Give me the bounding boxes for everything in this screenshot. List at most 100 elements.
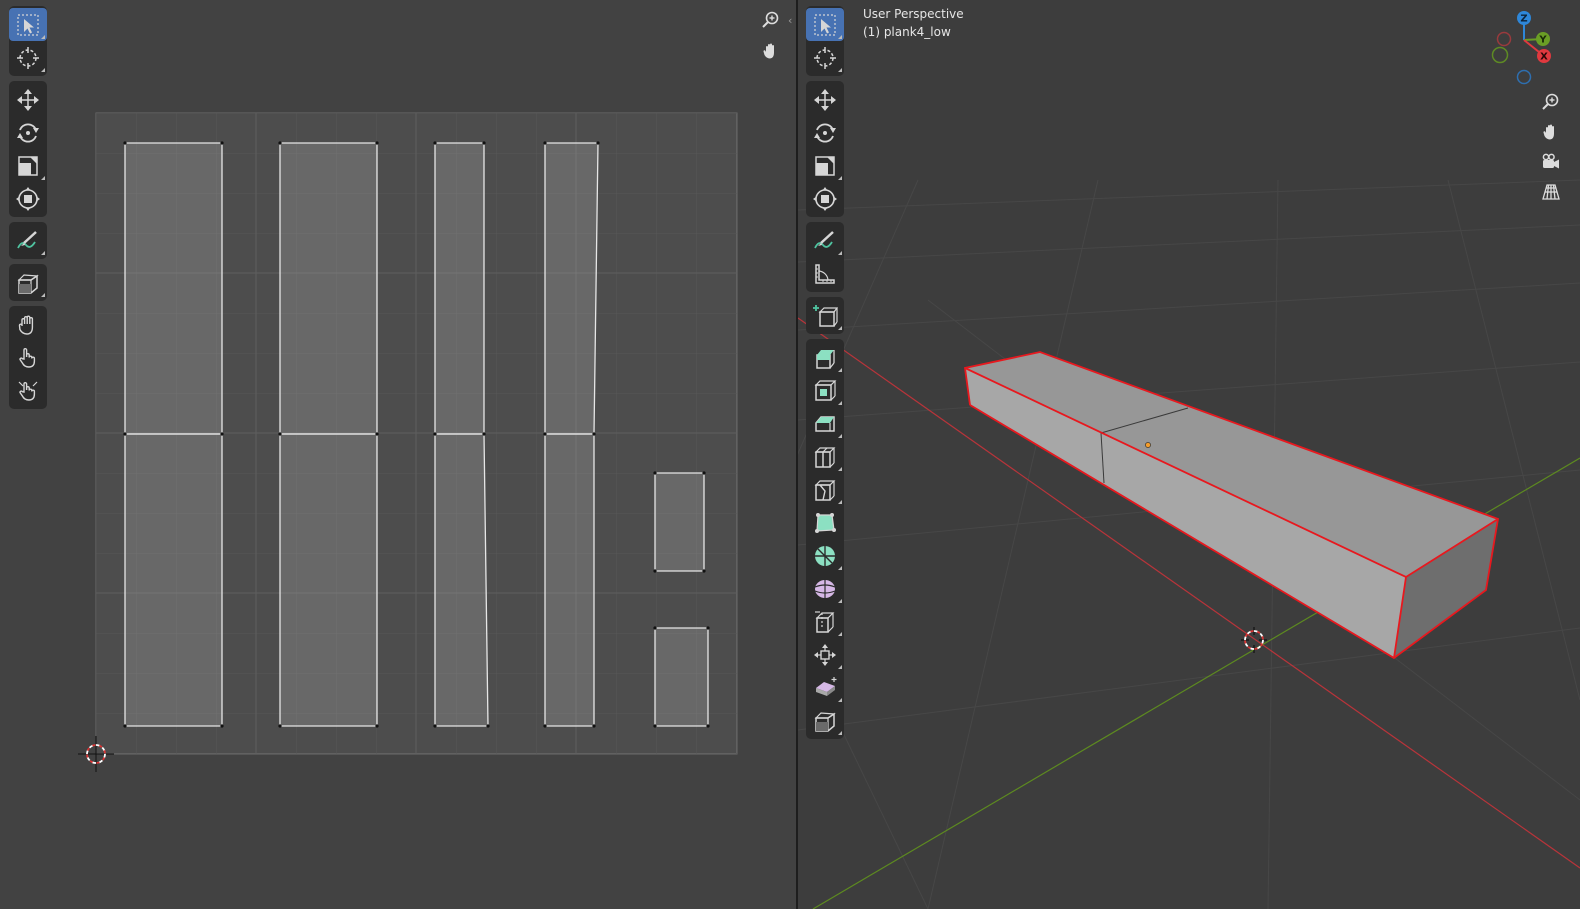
tool-options-corner (838, 467, 842, 471)
transform-tool[interactable] (9, 182, 47, 215)
grab-tool[interactable] (9, 308, 47, 341)
viewport-info: User Perspective (1) plank4_low (863, 5, 964, 41)
relax-tool[interactable] (9, 341, 47, 374)
transform-tool[interactable] (806, 182, 844, 215)
camera-view-button[interactable] (1538, 149, 1564, 175)
tool-options-corner (838, 599, 842, 603)
cursor-tool[interactable] (806, 41, 844, 74)
tool-options-corner (41, 68, 45, 72)
tool-options-corner (41, 251, 45, 255)
add-cube-icon (813, 304, 838, 327)
smooth-tool[interactable] (806, 572, 844, 605)
scale-tool[interactable] (9, 149, 47, 182)
zoom-button[interactable] (758, 7, 784, 33)
measure-tool[interactable] (806, 257, 844, 290)
transform-icon (813, 186, 837, 211)
camera-icon (1542, 153, 1559, 169)
add-cube-tool[interactable] (806, 299, 844, 332)
grab-hand-icon (18, 315, 34, 335)
cursor-select-icon (17, 13, 39, 36)
uv-face[interactable] (654, 472, 705, 572)
3d-cursor-icon[interactable] (1241, 627, 1267, 653)
plank-mesh[interactable] (963, 351, 1500, 660)
move-icon (814, 88, 836, 111)
uv-editor[interactable]: ‹ (0, 0, 796, 909)
uv-face[interactable] (124, 433, 223, 727)
uv-face[interactable] (434, 433, 489, 727)
pinch-tool[interactable] (9, 374, 47, 407)
tool-options-corner (838, 566, 842, 570)
bevel-tool[interactable] (806, 407, 844, 440)
tool-options-corner (838, 731, 842, 735)
poly-build-icon (815, 512, 836, 533)
inset-tool[interactable] (806, 374, 844, 407)
spin-tool[interactable] (806, 539, 844, 572)
shear-tool[interactable] (806, 671, 844, 704)
cursor-tool[interactable] (9, 41, 47, 74)
rip-region-icon (814, 711, 836, 732)
tool-options-corner (41, 176, 45, 180)
tool-options-corner (838, 698, 842, 702)
measure-icon (815, 263, 835, 284)
gizmo-neg-z[interactable] (1516, 69, 1532, 85)
uv-face[interactable] (434, 142, 485, 435)
uv-face[interactable] (124, 142, 223, 435)
pinch-hand-icon (18, 381, 38, 401)
move-tool[interactable] (9, 83, 47, 116)
loop-cut-tool[interactable] (806, 440, 844, 473)
scale-icon (18, 155, 38, 176)
uv-canvas[interactable] (0, 0, 796, 909)
scale-tool[interactable] (806, 149, 844, 182)
pan-button[interactable] (758, 38, 784, 64)
uv-face[interactable] (279, 433, 378, 727)
pan-button[interactable] (1538, 119, 1564, 145)
rotate-tool[interactable] (806, 116, 844, 149)
edge-slide-tool[interactable] (806, 605, 844, 638)
object-origin (1145, 442, 1151, 448)
zoom-button[interactable] (1538, 89, 1564, 115)
tool-group (9, 264, 47, 301)
bevel-icon (815, 415, 835, 432)
select-box-tool[interactable] (9, 8, 47, 41)
relax-hand-icon (19, 347, 36, 368)
move-tool[interactable] (806, 83, 844, 116)
gizmo-neg-x[interactable] (1496, 31, 1512, 47)
gizmo-y-label: Y (1538, 35, 1547, 46)
uv-face[interactable] (279, 142, 378, 435)
perspective-toggle-button[interactable] (1538, 179, 1564, 205)
move-icon (17, 88, 39, 111)
inset-icon (814, 379, 837, 401)
annotate-tool[interactable] (806, 224, 844, 257)
shrink-fatten-icon (814, 643, 836, 666)
uv-face[interactable] (544, 142, 599, 435)
collapse-arrow-icon[interactable]: ‹ (788, 14, 792, 27)
tool-options-corner (838, 500, 842, 504)
uv-face[interactable] (654, 627, 709, 727)
rip-tool[interactable] (9, 266, 47, 299)
edge-slide-icon (815, 610, 835, 633)
navigation-gizmo[interactable]: Z Y X (1491, 11, 1552, 85)
3d-viewport[interactable]: Z Y X User Perspective (1) plank4_low (798, 0, 1580, 909)
object-name: (1) plank4_low (863, 25, 951, 39)
tool-options-corner (838, 368, 842, 372)
tool-options-corner (838, 434, 842, 438)
tool-options-corner (838, 326, 842, 330)
cursor-crosshair-icon (814, 46, 836, 69)
rotate-tool[interactable] (9, 116, 47, 149)
poly-build-tool[interactable] (806, 506, 844, 539)
gizmo-neg-y[interactable] (1491, 46, 1509, 64)
rip-tool[interactable] (806, 704, 844, 737)
gizmo-z-label: Z (1520, 14, 1527, 25)
shrink-fatten-tool[interactable] (806, 638, 844, 671)
rotate-icon (814, 123, 836, 142)
knife-tool[interactable] (806, 473, 844, 506)
uv-toolbar (7, 6, 49, 414)
extrude-tool[interactable] (806, 341, 844, 374)
select-box-tool[interactable] (806, 8, 844, 41)
viewport-canvas[interactable]: Z Y X (798, 0, 1580, 909)
knife-icon (814, 479, 836, 501)
tool-options-corner (838, 632, 842, 636)
annotate-tool[interactable] (9, 224, 47, 257)
scale-icon (815, 155, 835, 176)
uv-face[interactable] (544, 433, 595, 727)
